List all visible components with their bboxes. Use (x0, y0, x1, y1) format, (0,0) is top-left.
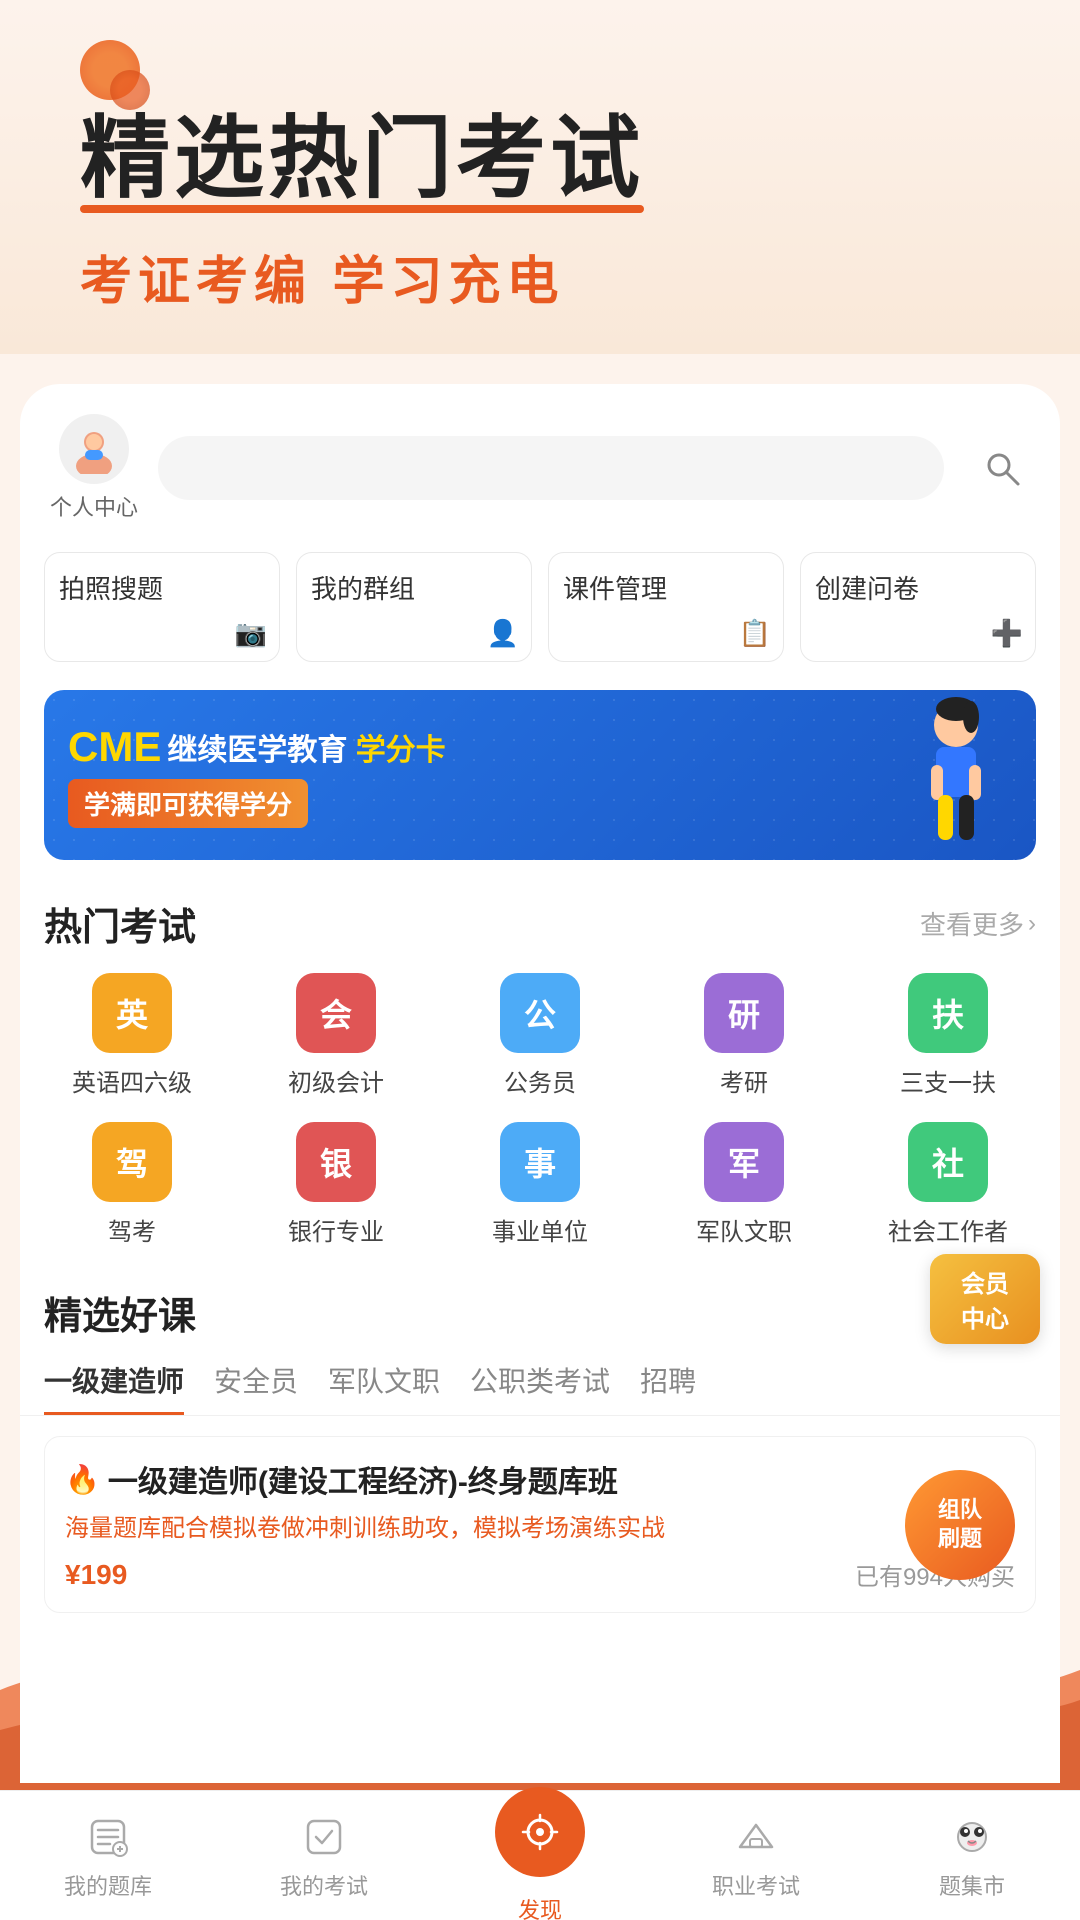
nav-question-market-label: 题集市 (939, 1869, 1005, 1901)
exam-item[interactable]: 英 英语四六级 (30, 961, 234, 1110)
exam-icon: 研 (704, 973, 784, 1053)
exam-item[interactable]: 公 公务员 (438, 961, 642, 1110)
course-tab[interactable]: 招聘 (640, 1360, 696, 1415)
exam-icon: 事 (500, 1122, 580, 1202)
course-tab[interactable]: 一级建造师 (44, 1360, 184, 1415)
featured-courses-title: 精选好课 (44, 1285, 196, 1340)
search-icon-btn[interactable] (974, 440, 1030, 496)
exam-name: 公务员 (504, 1063, 576, 1098)
quick-action-create[interactable]: 创建问卷 ➕ (800, 552, 1036, 662)
exam-name: 考研 (720, 1063, 768, 1098)
group-icon: 👤 (485, 615, 521, 651)
chevron-right-icon: › (1028, 910, 1036, 938)
banner-figure (876, 695, 1016, 860)
exam-name: 初级会计 (288, 1063, 384, 1098)
nav-discover[interactable]: 发现 (465, 1787, 615, 1920)
exam-icon: 扶 (908, 973, 988, 1053)
course-card-title: 🔥 一级建造师(建设工程经济)-终身题库班 (65, 1457, 1015, 1501)
quick-action-photo[interactable]: 拍照搜题 📷 (44, 552, 280, 662)
bottom-spacer (20, 1633, 1060, 1783)
exam-icon: 军 (704, 1122, 784, 1202)
banner-content: CME 继续医学教育 学分卡 学满即可获得学分 (44, 703, 470, 848)
exam-name: 三支一扶 (900, 1063, 996, 1098)
exam-icon: 会 (296, 973, 376, 1053)
course-price: ¥199 (65, 1559, 127, 1591)
fire-icon: 🔥 (65, 1463, 100, 1496)
app-card: 个人中心 拍照搜题 📷 我的群组 👤 课件管理 📋 创建问卷 ➕ (20, 384, 1060, 1783)
exam-item[interactable]: 驾 驾考 (30, 1110, 234, 1259)
exam-item[interactable]: 事 事业单位 (438, 1110, 642, 1259)
quick-actions: 拍照搜题 📷 我的群组 👤 课件管理 📋 创建问卷 ➕ (20, 542, 1060, 682)
hot-exams-title: 热门考试 (44, 896, 196, 951)
exam-item[interactable]: 会 初级会计 (234, 961, 438, 1110)
quick-action-courseware[interactable]: 课件管理 📋 (548, 552, 784, 662)
hero-section: 精选热门考试 考证考编 学习充电 (0, 0, 1080, 354)
course-card-bottom: ¥199 已有994人购买 (65, 1557, 1015, 1592)
exam-name: 银行专业 (288, 1212, 384, 1247)
nav-my-questions[interactable]: 我的题库 (33, 1811, 183, 1901)
course-tab[interactable]: 安全员 (214, 1360, 298, 1415)
featured-courses-header: 精选好课 (20, 1269, 1060, 1350)
banner-cme: CME (68, 723, 161, 771)
question-market-icon (946, 1811, 998, 1863)
course-card[interactable]: 🔥 一级建造师(建设工程经济)-终身题库班 海量题库配合模拟卷做冲刺训练助攻，模… (44, 1436, 1036, 1613)
quick-action-group[interactable]: 我的群组 👤 (296, 552, 532, 662)
bottom-nav: 我的题库 我的考试 发现 (0, 1790, 1080, 1920)
photo-icon: 📷 (233, 615, 269, 651)
search-bar[interactable] (158, 436, 944, 500)
exam-grid: 英 英语四六级 会 初级会计 公 公务员 研 考研 扶 三支一扶 驾 驾考 银 … (20, 961, 1060, 1259)
team-badge: 组队 刷题 (905, 1470, 1015, 1580)
course-tab[interactable]: 公职类考试 (470, 1360, 610, 1415)
nav-my-exams[interactable]: 我的考试 (249, 1811, 399, 1901)
hero-subtitle: 考证考编 学习充电 (80, 239, 1020, 314)
banner-badge: 学满即可获得学分 (68, 779, 308, 828)
exam-icon: 银 (296, 1122, 376, 1202)
exam-item[interactable]: 社 社会工作者 (846, 1110, 1050, 1259)
avatar (59, 414, 129, 484)
avatar-wrap[interactable]: 个人中心 (50, 414, 138, 522)
nav-my-exams-label: 我的考试 (280, 1869, 368, 1901)
my-exams-icon (298, 1811, 350, 1863)
exam-icon: 社 (908, 1122, 988, 1202)
nav-career-exams-label: 职业考试 (712, 1869, 800, 1901)
exam-icon: 驾 (92, 1122, 172, 1202)
nav-discover-label: 发现 (518, 1893, 562, 1920)
exam-item[interactable]: 研 考研 (642, 961, 846, 1110)
app-header: 个人中心 (20, 384, 1060, 542)
exam-icon: 公 (500, 973, 580, 1053)
create-icon: ➕ (989, 615, 1025, 651)
nav-my-questions-label: 我的题库 (64, 1869, 152, 1901)
hot-exams-more[interactable]: 查看更多 › (920, 905, 1036, 942)
banner-chinese: 继续医学教育 学分卡 (167, 725, 445, 769)
course-card-desc: 海量题库配合模拟卷做冲刺训练助攻，模拟考场演练实战 (65, 1511, 1015, 1547)
hot-exams-header: 热门考试 查看更多 › (20, 880, 1060, 961)
career-exams-icon (730, 1811, 782, 1863)
nav-question-market[interactable]: 题集市 (897, 1811, 1047, 1901)
exam-name: 驾考 (108, 1212, 156, 1247)
hero-title: 精选热门考试 (80, 110, 1020, 209)
courseware-icon: 📋 (737, 615, 773, 651)
cme-banner[interactable]: CME 继续医学教育 学分卡 学满即可获得学分 (44, 690, 1036, 860)
exam-name: 军队文职 (696, 1212, 792, 1247)
hero-decoration2 (110, 70, 150, 110)
course-tab[interactable]: 军队文职 (328, 1360, 440, 1415)
avatar-label: 个人中心 (50, 490, 138, 522)
exam-name: 社会工作者 (888, 1212, 1008, 1247)
banner-title: CME 继续医学教育 学分卡 (68, 723, 446, 771)
nav-career-exams[interactable]: 职业考试 (681, 1811, 831, 1901)
exam-item[interactable]: 军 军队文职 (642, 1110, 846, 1259)
course-tabs: 一级建造师安全员军队文职公职类考试招聘 (20, 1350, 1060, 1416)
my-questions-icon (82, 1811, 134, 1863)
featured-courses: 精选好课 一级建造师安全员军队文职公职类考试招聘 🔥 一级建造师(建设工程经济)… (20, 1259, 1060, 1613)
exam-item[interactable]: 银 银行专业 (234, 1110, 438, 1259)
exam-item[interactable]: 扶 三支一扶 (846, 961, 1050, 1110)
exam-icon: 英 (92, 973, 172, 1053)
exam-name: 事业单位 (492, 1212, 588, 1247)
vip-badge[interactable]: 会员 中心 (930, 1254, 1040, 1344)
exam-name: 英语四六级 (72, 1063, 192, 1098)
discover-circle (495, 1787, 585, 1877)
